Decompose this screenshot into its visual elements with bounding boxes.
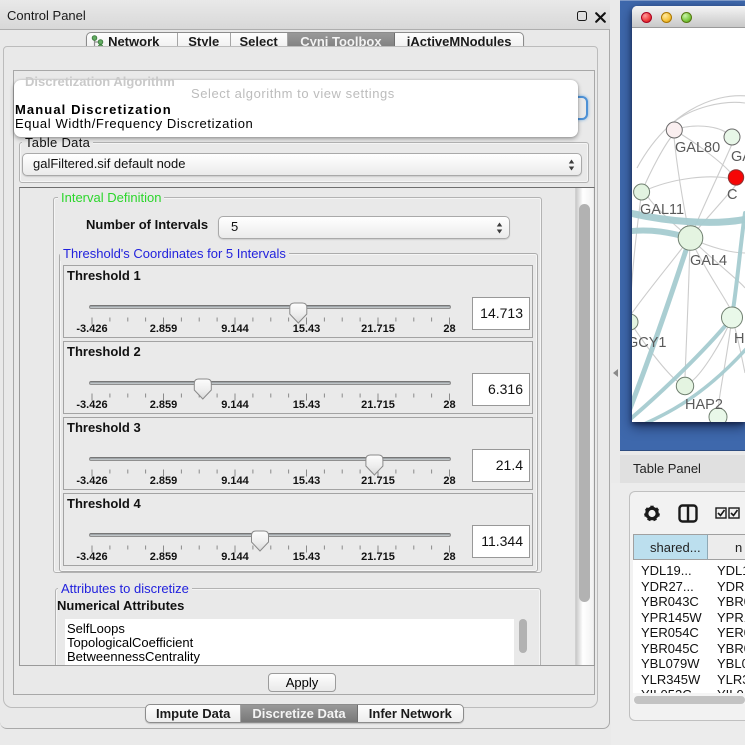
svg-text:H: H: [734, 331, 744, 347]
svg-text:GAL11: GAL11: [640, 202, 684, 218]
svg-text:HAP2: HAP2: [685, 397, 723, 413]
svg-text:GAL80: GAL80: [675, 140, 720, 156]
svg-text:C: C: [727, 187, 737, 203]
svg-text:GA: GA: [731, 149, 745, 165]
svg-text:GAL4: GAL4: [690, 253, 727, 269]
svg-text:GCY1: GCY1: [632, 335, 667, 351]
